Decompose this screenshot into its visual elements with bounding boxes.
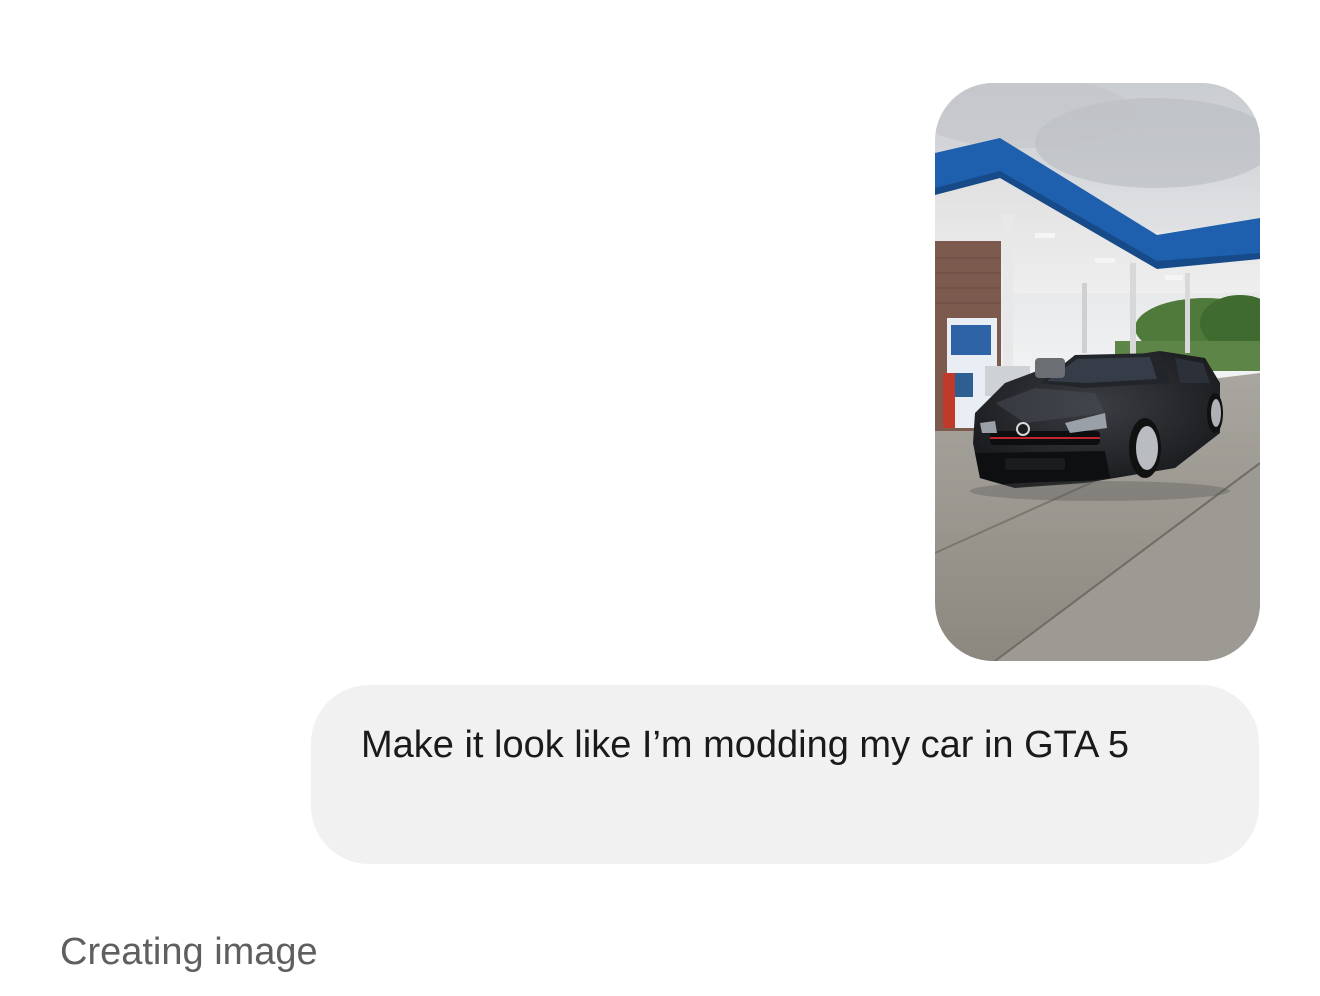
creating-image-status: Creating image bbox=[60, 931, 318, 973]
user-message-bubble: Make it look like I’m modding my car in … bbox=[311, 685, 1259, 864]
chat-thread: Make it look like I’m modding my car in … bbox=[0, 0, 1320, 996]
car-photo-image bbox=[935, 83, 1260, 661]
user-message-text: Make it look like I’m modding my car in … bbox=[361, 724, 1129, 766]
attached-photo[interactable] bbox=[935, 83, 1260, 661]
